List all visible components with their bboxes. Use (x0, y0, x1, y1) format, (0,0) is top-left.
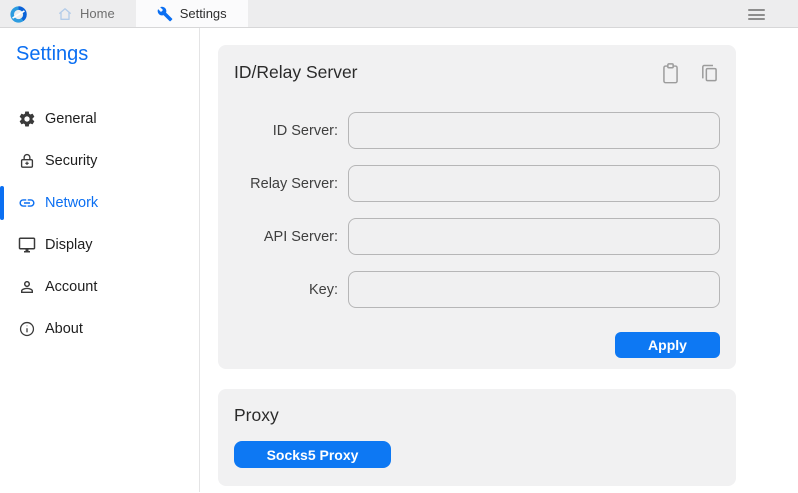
sidebar-item-general[interactable]: General (0, 98, 199, 140)
api-server-input[interactable] (348, 218, 720, 255)
lock-plus-icon (18, 152, 36, 170)
sidebar-item-label: About (45, 321, 83, 337)
id-server-input[interactable] (348, 112, 720, 149)
relay-server-input[interactable] (348, 165, 720, 202)
socks5-proxy-button[interactable]: Socks5 Proxy (234, 441, 391, 468)
id-server-row: ID Server: (234, 112, 720, 149)
relay-server-label: Relay Server: (234, 176, 348, 192)
hamburger-menu-icon[interactable] (748, 9, 765, 23)
main-content: ID/Relay Server (200, 28, 798, 492)
sidebar-item-label: General (45, 111, 97, 127)
proxy-card: Proxy Socks5 Proxy (218, 389, 736, 486)
sidebar-item-label: Network (45, 195, 98, 211)
copy-icon[interactable] (698, 61, 720, 85)
sidebar-item-label: Account (45, 279, 97, 295)
wrench-icon (157, 6, 173, 22)
sidebar-item-label: Security (45, 153, 97, 169)
monitor-icon (18, 236, 36, 254)
key-input[interactable] (348, 271, 720, 308)
sidebar-item-network[interactable]: Network (0, 182, 199, 224)
key-row: Key: (234, 271, 720, 308)
tab-home-label: Home (80, 6, 115, 21)
id-relay-server-card: ID/Relay Server (218, 45, 736, 369)
rustdesk-logo-icon (9, 0, 29, 28)
window-tab-bar: Home Settings (0, 0, 798, 28)
person-icon (18, 278, 36, 296)
tab-home[interactable]: Home (36, 0, 136, 27)
apply-button[interactable]: Apply (615, 332, 720, 358)
info-icon (18, 320, 36, 338)
active-indicator (0, 186, 4, 220)
relay-server-row: Relay Server: (234, 165, 720, 202)
sidebar-item-about[interactable]: About (0, 308, 199, 350)
sidebar-item-label: Display (45, 237, 93, 253)
sidebar-title: Settings (16, 40, 199, 68)
server-form: ID Server: Relay Server: API Server: Key… (234, 112, 720, 308)
gear-icon (18, 110, 36, 128)
proxy-card-title: Proxy (234, 403, 720, 427)
settings-sidebar: Settings General (0, 28, 200, 492)
paste-icon[interactable] (659, 61, 681, 85)
key-label: Key: (234, 282, 348, 298)
home-icon (57, 6, 73, 22)
tab-settings[interactable]: Settings (136, 0, 248, 27)
card-title: ID/Relay Server (234, 60, 358, 84)
settings-menu: General Security (0, 98, 199, 350)
sidebar-item-account[interactable]: Account (0, 266, 199, 308)
api-server-row: API Server: (234, 218, 720, 255)
id-server-label: ID Server: (234, 123, 348, 139)
api-server-label: API Server: (234, 229, 348, 245)
tab-settings-label: Settings (180, 6, 227, 21)
sidebar-item-security[interactable]: Security (0, 140, 199, 182)
sidebar-item-display[interactable]: Display (0, 224, 199, 266)
link-icon (18, 194, 36, 212)
